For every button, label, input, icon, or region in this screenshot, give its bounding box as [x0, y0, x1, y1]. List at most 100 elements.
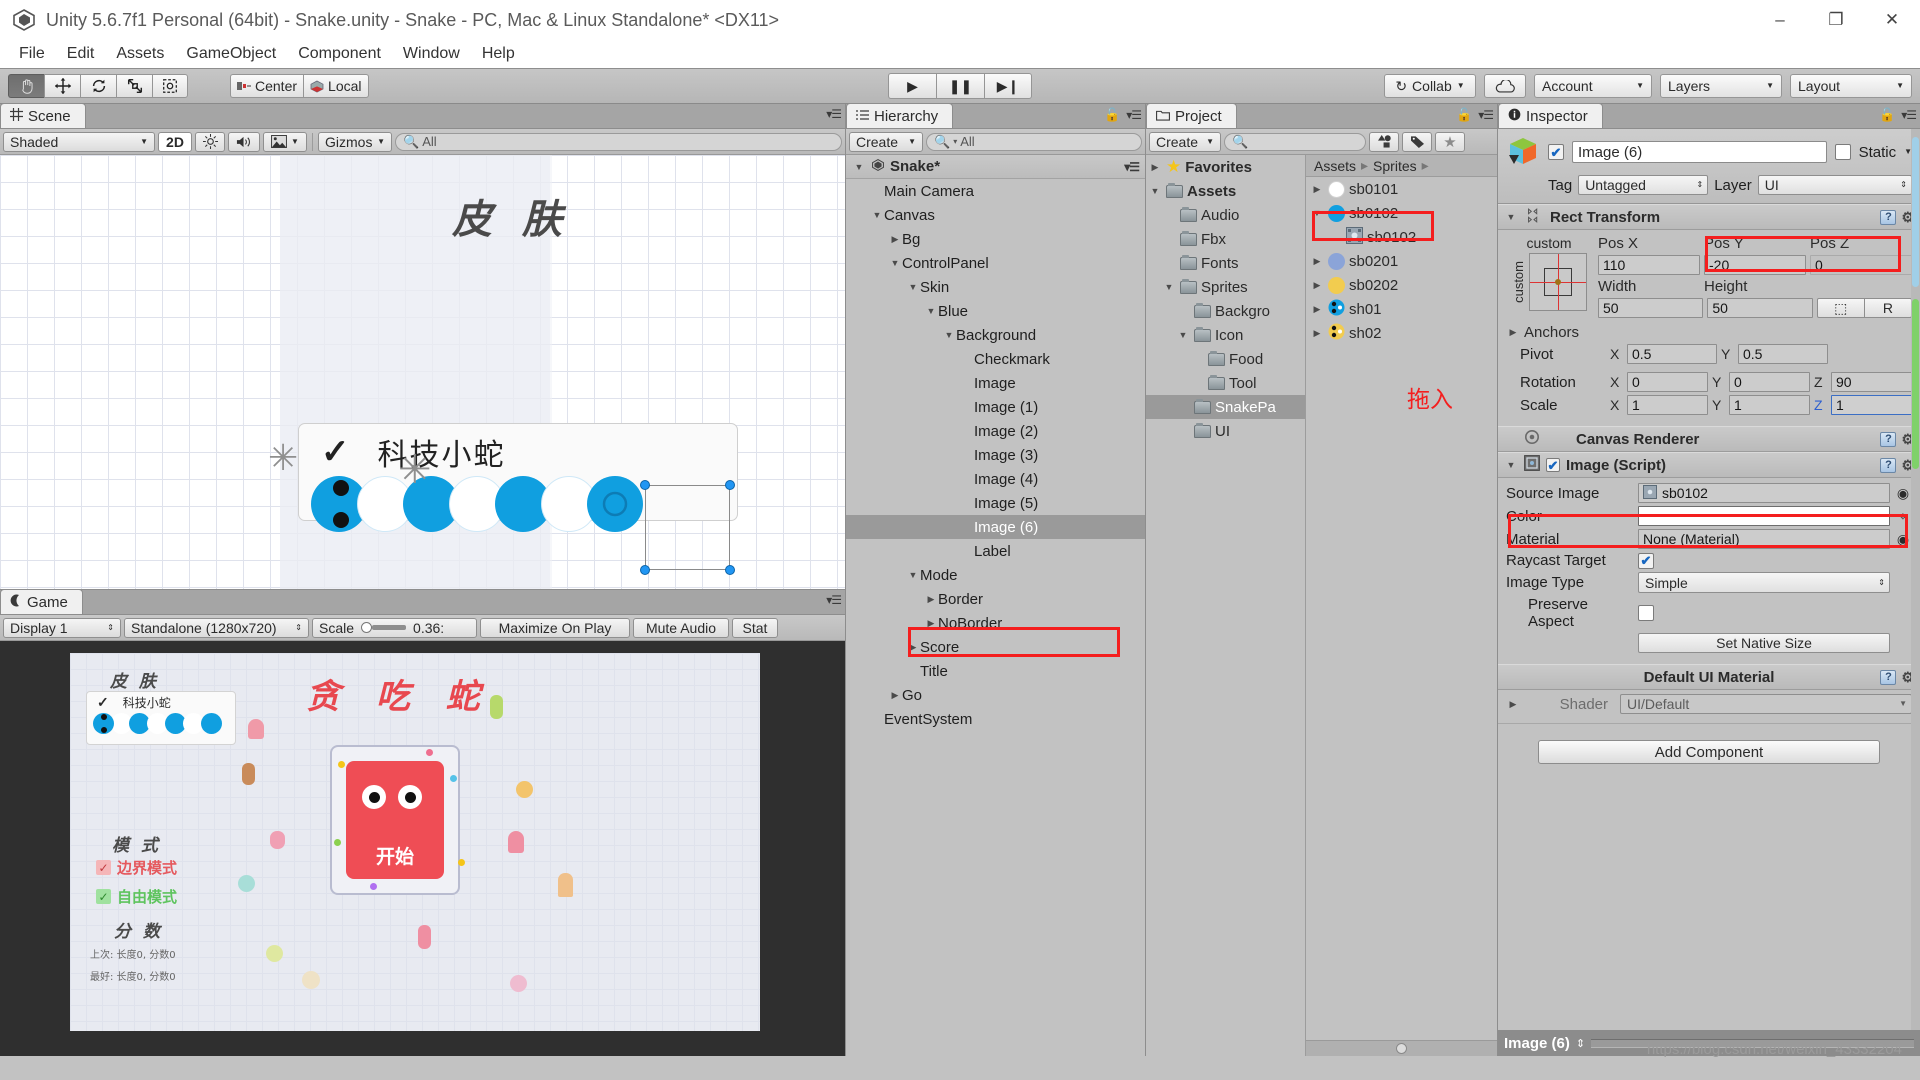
project-tree-item-favorites[interactable]: ▶ ★ Favorites — [1146, 155, 1305, 179]
chevron-right-icon[interactable]: ▶ — [1310, 184, 1324, 195]
minimize-button[interactable]: – — [1752, 0, 1808, 40]
resize-handle-tl[interactable] — [640, 480, 650, 490]
chevron-right-icon[interactable]: ▶ — [1310, 304, 1324, 315]
cloud-button[interactable] — [1484, 74, 1526, 98]
hierarchy-tree[interactable]: Main Camera ▼ Canvas ▶ Bg ▼ ControlPanel ▼ Skin ▼… — [846, 179, 1145, 1056]
help-icon[interactable]: ? — [1880, 669, 1897, 685]
breadcrumb-assets[interactable]: Assets — [1314, 158, 1356, 174]
gameobject-name-field[interactable]: Image (6) — [1572, 141, 1827, 163]
width-input[interactable]: 50 — [1598, 298, 1704, 318]
snake-seg-selected[interactable] — [587, 476, 643, 532]
pos-x-input[interactable]: 110 — [1598, 255, 1700, 275]
scale-slider[interactable]: Scale 0.36: — [312, 617, 477, 638]
pivot-rotation-button[interactable]: Local — [303, 74, 369, 98]
shader-dropdown[interactable]: UI/Default ▼ — [1620, 694, 1912, 714]
anchor-preset-block[interactable]: custom custom — [1506, 235, 1592, 321]
game-start-button[interactable]: 开始 — [346, 761, 444, 879]
asset-item-sb0102[interactable]: sb0102 — [1306, 225, 1497, 249]
set-native-size-button[interactable]: Set Native Size — [1638, 633, 1890, 653]
toggle-2d-button[interactable]: 2D — [158, 131, 192, 152]
image-script-enabled-checkbox[interactable] — [1546, 458, 1560, 472]
maximize-on-play-button[interactable]: Maximize On Play — [480, 617, 630, 638]
step-button[interactable]: ▶❙ — [984, 73, 1032, 99]
stats-button[interactable]: Stat — [732, 617, 778, 638]
chevron-down-icon[interactable]: ▼ — [1148, 186, 1162, 196]
menu-edit[interactable]: Edit — [56, 42, 106, 66]
panel-menu-icon[interactable]: ▾☰ — [826, 593, 842, 607]
chevron-right-icon[interactable]: ▶ — [1506, 699, 1520, 710]
hierarchy-item-image-4[interactable]: Image (4) — [846, 467, 1145, 491]
chevron-right-icon[interactable]: ▶ — [1310, 280, 1324, 291]
image-script-header[interactable]: ▼ Image (Script) ?⚙ — [1498, 452, 1920, 478]
asset-item-sb0102[interactable]: ▼ sb0102 — [1306, 201, 1497, 225]
rect-tool-button[interactable] — [152, 74, 188, 98]
hierarchy-item-image-1[interactable]: Image (1) — [846, 395, 1145, 419]
panel-menu-icon[interactable]: ▾☰ — [1478, 108, 1494, 122]
hierarchy-scene-root[interactable]: ▼ Snake* ▾☰ — [846, 155, 1145, 179]
object-picker-icon[interactable]: ◉ — [1894, 485, 1912, 502]
anchor-preview[interactable] — [1529, 253, 1587, 311]
pivot-y-input[interactable]: 0.5 — [1738, 344, 1828, 364]
hierarchy-item-blue[interactable]: ▼ Blue — [846, 299, 1145, 323]
chevron-right-icon[interactable]: ▶ — [924, 594, 938, 605]
chevron-down-icon[interactable]: ▼ — [1310, 208, 1324, 218]
menu-help[interactable]: Help — [471, 42, 526, 66]
chevron-down-icon[interactable]: ▼ — [924, 306, 938, 316]
add-component-button[interactable]: Add Component — [1538, 740, 1880, 764]
hierarchy-search-input[interactable]: 🔍 ▾ All — [926, 132, 1142, 151]
filter-by-label-button[interactable] — [1402, 131, 1432, 152]
pivot-mode-button[interactable]: Center — [230, 74, 304, 98]
hierarchy-item-go[interactable]: ▶ Go — [846, 683, 1145, 707]
chevron-right-icon[interactable]: ▶ — [906, 642, 920, 653]
lock-icon[interactable]: 🔓 — [1879, 107, 1895, 123]
tab-project[interactable]: Project — [1146, 103, 1237, 128]
chevron-down-icon[interactable]: ▼ — [870, 210, 884, 220]
lock-icon[interactable]: 🔓 — [1104, 107, 1120, 123]
hierarchy-item-mode[interactable]: ▼ Mode — [846, 563, 1145, 587]
project-tree-item-sprites[interactable]: ▼ Sprites — [1146, 275, 1305, 299]
project-panel-tools[interactable]: 🔓 ▾☰ — [1456, 107, 1494, 123]
rotation-z-input[interactable]: 90 — [1831, 372, 1912, 392]
help-icon[interactable]: ? — [1880, 209, 1897, 225]
tag-dropdown[interactable]: Untagged ⇕ — [1578, 175, 1709, 195]
source-image-field[interactable]: sb0102 — [1638, 483, 1890, 503]
pos-z-input[interactable]: 0 — [1810, 255, 1912, 275]
layout-dropdown[interactable]: Layout ▼ — [1790, 74, 1912, 98]
hierarchy-create-button[interactable]: Create ▼ — [849, 131, 923, 152]
blueprint-mode-button[interactable]: ⬚ — [1816, 298, 1865, 318]
help-icon[interactable]: ? — [1880, 431, 1897, 447]
chevron-right-icon[interactable]: ▶ — [888, 690, 902, 701]
panel-menu-icon[interactable]: ▾☰ — [1901, 108, 1917, 122]
game-mode-free[interactable]: ✓ 自由模式 — [96, 886, 177, 907]
breadcrumb-sprites[interactable]: Sprites — [1373, 158, 1417, 174]
object-picker-icon[interactable]: ◉ — [1894, 531, 1912, 548]
help-icon[interactable]: ? — [1880, 457, 1897, 473]
hierarchy-item-eventsystem[interactable]: EventSystem — [846, 707, 1145, 731]
pause-button[interactable]: ❚❚ — [936, 73, 984, 99]
pos-y-input[interactable]: -20 — [1704, 255, 1806, 275]
scale-x-input[interactable]: 1 — [1627, 395, 1708, 415]
preserve-aspect-checkbox[interactable] — [1638, 605, 1654, 621]
project-tree-item-assets[interactable]: ▼ Assets — [1146, 179, 1305, 203]
menu-component[interactable]: Component — [287, 42, 392, 66]
slider-track[interactable] — [361, 622, 407, 633]
raycast-target-checkbox[interactable] — [1638, 552, 1654, 569]
scale-y-input[interactable]: 1 — [1729, 395, 1810, 415]
project-hscrollbar[interactable] — [1306, 1040, 1497, 1056]
eyedropper-icon[interactable]: ⌖ — [1894, 508, 1912, 525]
chevron-right-icon[interactable]: ▶ — [924, 618, 938, 629]
color-swatch[interactable] — [1638, 506, 1890, 526]
panel-menu-icon[interactable]: ▾☰ — [826, 107, 842, 121]
hierarchy-item-image[interactable]: Image — [846, 371, 1145, 395]
breadcrumb[interactable]: Assets ▸ Sprites ▸ — [1306, 155, 1497, 177]
close-button[interactable]: ✕ — [1864, 0, 1920, 40]
hierarchy-item-image-3[interactable]: Image (3) — [846, 443, 1145, 467]
project-tree-item-backgro[interactable]: Backgro — [1146, 299, 1305, 323]
pivot-x-input[interactable]: 0.5 — [1627, 344, 1717, 364]
play-button[interactable]: ▶ — [888, 73, 936, 99]
chevron-down-icon[interactable]: ▼ — [888, 258, 902, 268]
project-tree-item-tool[interactable]: Tool — [1146, 371, 1305, 395]
scene-effects-button[interactable]: ▼ — [263, 131, 307, 152]
scale-tool-button[interactable] — [116, 74, 152, 98]
maximize-button[interactable]: ❐ — [1808, 0, 1864, 40]
